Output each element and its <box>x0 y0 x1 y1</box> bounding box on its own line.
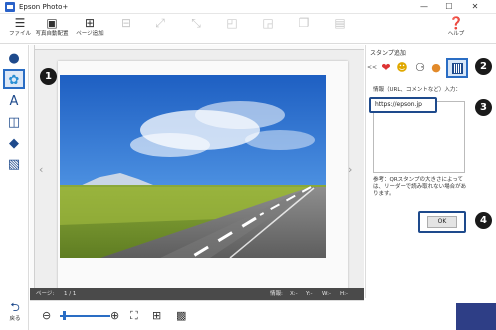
zoom-slider[interactable] <box>60 315 110 317</box>
zoom-out-icon[interactable]: ⊖ <box>42 309 51 323</box>
character-stamp-icon[interactable]: ● <box>428 60 444 76</box>
close-button[interactable]: ✕ <box>464 0 486 13</box>
ok-button[interactable]: OK <box>427 216 457 228</box>
disabled-tool-3[interactable]: ⤡ <box>176 15 216 43</box>
qr-note: 参考：QRスタンプの大きさによっては、リーダーで読み取れない場合があります。 <box>373 177 467 197</box>
ok-highlight: OK <box>418 211 466 233</box>
taskbar-fragment <box>456 303 496 330</box>
info-input-label: 情報（URL、コメントなど）入力： <box>373 87 461 93</box>
next-page-arrow-icon[interactable]: › <box>348 163 352 176</box>
right-strip <box>474 45 496 330</box>
background-icon[interactable]: ▧ <box>3 155 25 175</box>
disabled-tool-6[interactable]: ❐ <box>284 15 324 43</box>
back-button[interactable]: ⮌ 戻る <box>3 300 27 322</box>
page-label: ページ: <box>36 291 55 297</box>
qr-code-icon <box>452 63 463 74</box>
toolbar: ☰ ファイル ▣ 写真自動配置 ⊞ ページ追加 ⊟ ⤢ ⤡ ◰ ◲ ❐ ▤ ❓ … <box>0 14 496 44</box>
stamp-icon[interactable]: ✿ <box>3 69 25 89</box>
x-value: X:- <box>290 291 298 297</box>
image-icon[interactable]: ▩ <box>176 309 186 323</box>
w-value: W:- <box>322 291 331 297</box>
expand-icon: ⤡ <box>191 16 201 30</box>
app-icon <box>5 2 15 12</box>
sunglasses-stamp-icon[interactable]: ⚆ <box>412 60 428 76</box>
left-rail: ● ✿ A ◫ ◆ ▧ ⮌ 戻る <box>0 45 29 330</box>
status-bar: ページ: 1 / 1 情報: X:- Y:- W:- H:- <box>30 288 364 300</box>
disabled-tool-5[interactable]: ◲ <box>248 15 288 43</box>
disabled-tool-2[interactable]: ⤢ <box>140 15 180 43</box>
auto-layout-button[interactable]: ▣ 写真自動配置 <box>32 15 72 43</box>
url-input[interactable]: https://epson.jp <box>369 97 437 113</box>
add-page-icon: ⊞ <box>84 16 96 30</box>
heart-stamp-icon[interactable]: ❤ <box>378 60 394 76</box>
stamp-panel: スタンプ追加 << ❤ ☻ ⚆ ● 情報（URL、コメントなど）入力： http… <box>365 45 474 298</box>
auto-layout-icon: ▣ <box>46 16 58 30</box>
canvas-area: ‹ › <box>30 45 364 298</box>
photo[interactable] <box>60 75 326 258</box>
back-icon: ◲ <box>262 16 274 30</box>
help-icon: ❓ <box>448 16 464 30</box>
callout-1: 1 <box>40 68 57 85</box>
qr-stamp-button[interactable] <box>446 58 468 78</box>
zoom-slider-knob[interactable] <box>63 311 66 320</box>
panel-title: スタンプ追加 <box>370 50 406 57</box>
add-page-button[interactable]: ⊞ ページ追加 <box>70 15 110 43</box>
shape-icon[interactable]: ◆ <box>3 134 25 154</box>
page-value: 1 / 1 <box>64 291 77 297</box>
text-icon[interactable]: A <box>3 92 25 112</box>
disabled-tool-7[interactable]: ▤ <box>320 15 360 43</box>
user-icon[interactable]: ● <box>3 49 25 69</box>
scroll-left-icon[interactable]: << <box>367 60 377 76</box>
back-arrow-icon: ⮌ <box>10 300 20 314</box>
front-icon: ◰ <box>226 16 238 30</box>
help-button[interactable]: ❓ ヘルプ <box>436 15 476 43</box>
h-value: H:- <box>340 291 348 297</box>
paste-icon: ▤ <box>334 16 346 30</box>
minimize-button[interactable]: — <box>413 0 435 13</box>
prev-page-arrow-icon[interactable]: ‹ <box>39 163 43 176</box>
frame-icon[interactable]: ◫ <box>3 113 25 133</box>
disabled-tool-4[interactable]: ◰ <box>212 15 252 43</box>
auto-layout-label: 写真自動配置 <box>35 31 69 37</box>
info-label: 情報: <box>270 291 283 297</box>
stamp-list: << ❤ ☻ ⚆ ● <box>366 58 475 78</box>
help-label: ヘルプ <box>447 31 465 37</box>
add-page-label: ページ追加 <box>76 31 104 37</box>
back-label: 戻る <box>9 316 21 322</box>
smiley-stamp-icon[interactable]: ☻ <box>394 60 410 76</box>
fit-page-icon[interactable]: ⛶ <box>130 309 138 323</box>
grid-icon[interactable]: ⊞ <box>152 309 161 323</box>
title-bar: Epson Photo+ — ☐ ✕ <box>0 0 496 14</box>
zoom-in-icon[interactable]: ⊕ <box>110 309 119 323</box>
maximize-button[interactable]: ☐ <box>438 0 460 13</box>
callout-2: 2 <box>475 58 492 75</box>
app-title: Epson Photo+ <box>19 3 69 11</box>
horizontal-ruler <box>30 45 364 50</box>
callout-4: 4 <box>475 212 492 229</box>
zoom-bar: ⊖ ⊕ ⛶ ⊞ ▩ <box>30 300 364 330</box>
callout-3: 3 <box>475 99 492 116</box>
copy-icon: ❐ <box>298 16 310 30</box>
fit-icon: ⤢ <box>155 16 165 30</box>
vertical-ruler <box>30 45 35 298</box>
y-value: Y:- <box>306 291 313 297</box>
